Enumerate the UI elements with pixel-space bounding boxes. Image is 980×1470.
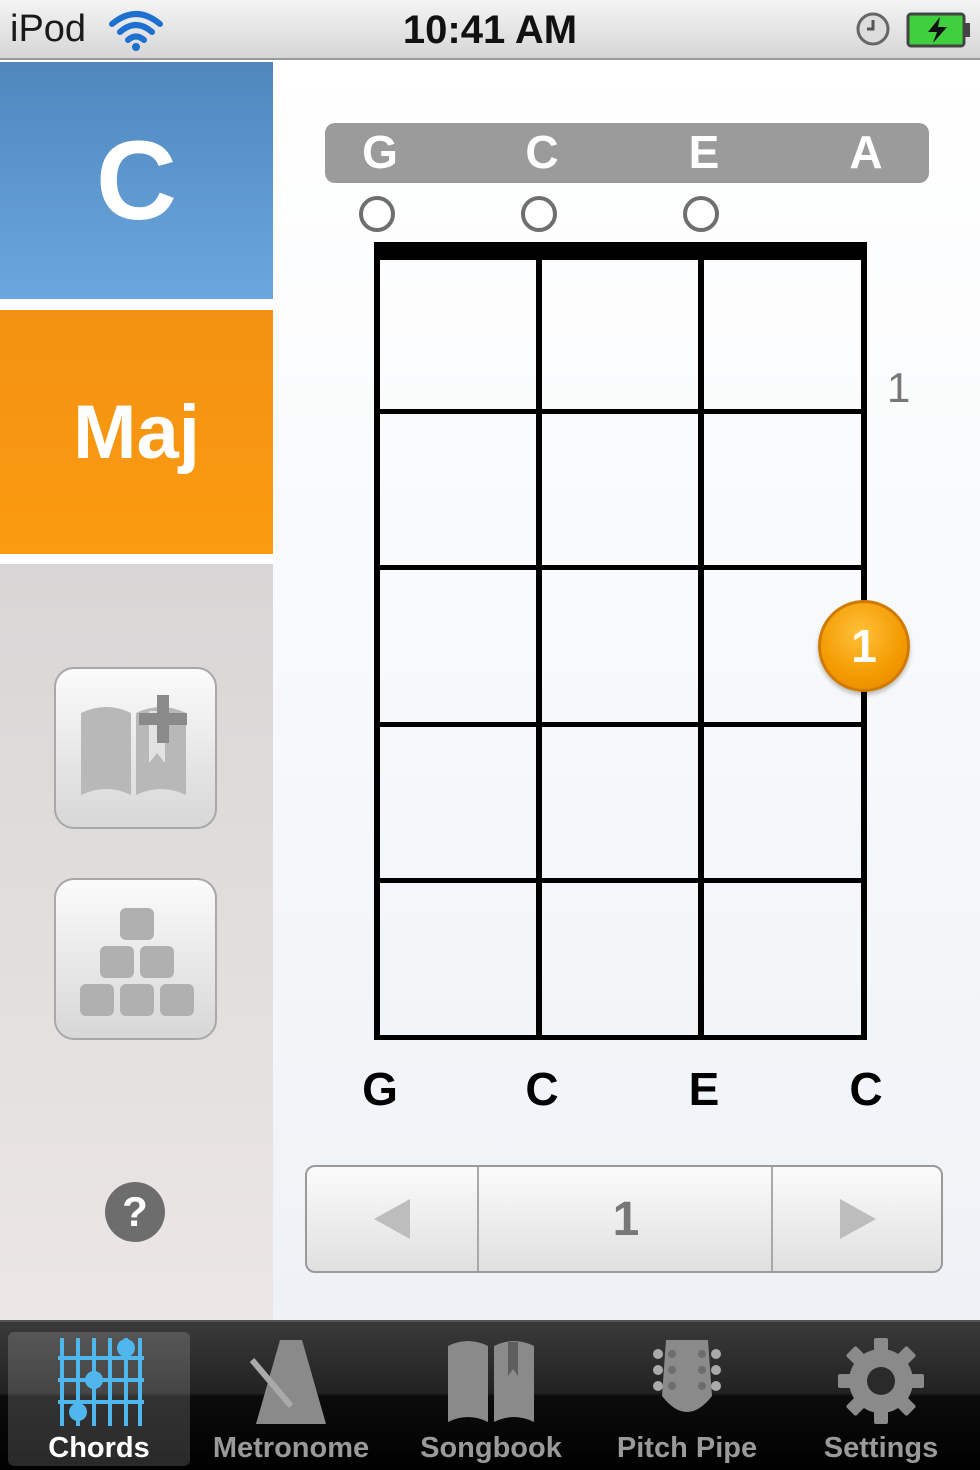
divider (0, 299, 273, 310)
string-line (536, 242, 542, 1040)
tuning-bar: G C E A (325, 123, 929, 183)
arrow-left-icon (374, 1199, 410, 1239)
chord-note-label: C (849, 1063, 883, 1115)
blocks-icon (79, 908, 194, 1016)
chords-icon (58, 1338, 144, 1426)
add-to-songbook-button[interactable] (54, 667, 217, 829)
tab-pitch-pipe[interactable]: Pitch Pipe (596, 1332, 778, 1466)
settings-icon (838, 1338, 924, 1424)
chord-root-selector[interactable]: C (0, 62, 273, 299)
tab-label: Metronome (212, 1432, 370, 1464)
chord-diagram-panel: G C E A 1 1 G C E C 1 (273, 62, 980, 1320)
open-string-marker (683, 196, 719, 232)
starting-fret-number: 1 (887, 364, 911, 411)
tab-songbook[interactable]: Songbook (400, 1332, 582, 1466)
open-string-marker (521, 196, 557, 232)
fret-line (374, 878, 867, 883)
metronome-icon (249, 1340, 326, 1424)
tuning-string-label: E (688, 126, 720, 178)
fretboard (374, 242, 867, 1040)
chord-selector-panel: C Maj ? (0, 62, 273, 1320)
tab-label: Chords (48, 1432, 150, 1464)
tab-settings[interactable]: Settings (790, 1332, 972, 1466)
chord-note-label: C (525, 1063, 559, 1115)
songbook-icon (448, 1341, 534, 1422)
pitch-pipe-icon (653, 1340, 721, 1412)
open-string-marker (359, 196, 395, 232)
arrow-right-icon (840, 1199, 876, 1239)
status-bar: iPod 10:41 AM (0, 0, 980, 60)
fret-line (374, 722, 867, 727)
fret-line (374, 565, 867, 570)
finger-position-dot: 1 (818, 600, 910, 692)
clock-icon (856, 12, 890, 46)
divider (0, 554, 273, 564)
voicing-number: 1 (612, 1192, 640, 1246)
chord-quality-selector[interactable]: Maj (0, 310, 273, 554)
nut (374, 242, 867, 260)
tuning-string-label: C (525, 126, 559, 178)
tab-label: Pitch Pipe (616, 1432, 758, 1464)
fret-line (374, 1035, 867, 1040)
string-line (374, 242, 380, 1040)
tuning-string-label: A (849, 126, 883, 178)
tuning-string-label: G (362, 126, 398, 178)
battery-icon (906, 12, 970, 48)
tab-label: Songbook (420, 1432, 562, 1464)
chord-note-label: G (362, 1063, 398, 1115)
tab-label: Settings (823, 1432, 939, 1464)
status-time: 10:41 AM (402, 8, 578, 52)
tab-bar: Chords Metronome Songbook Pitch Pipe Set… (0, 1320, 980, 1470)
fret-line (374, 409, 867, 414)
next-voicing-button[interactable] (773, 1167, 943, 1271)
string-line (698, 242, 704, 1040)
help-button[interactable]: ? (105, 1182, 165, 1242)
tab-metronome[interactable]: Metronome (200, 1332, 382, 1466)
previous-voicing-button[interactable] (307, 1167, 477, 1271)
chord-note-label: E (688, 1063, 720, 1115)
tab-chords[interactable]: Chords (8, 1332, 190, 1466)
chord-variations-button[interactable] (54, 878, 217, 1040)
add-to-songbook-icon (80, 695, 187, 795)
voicing-pager: 1 (305, 1165, 943, 1273)
